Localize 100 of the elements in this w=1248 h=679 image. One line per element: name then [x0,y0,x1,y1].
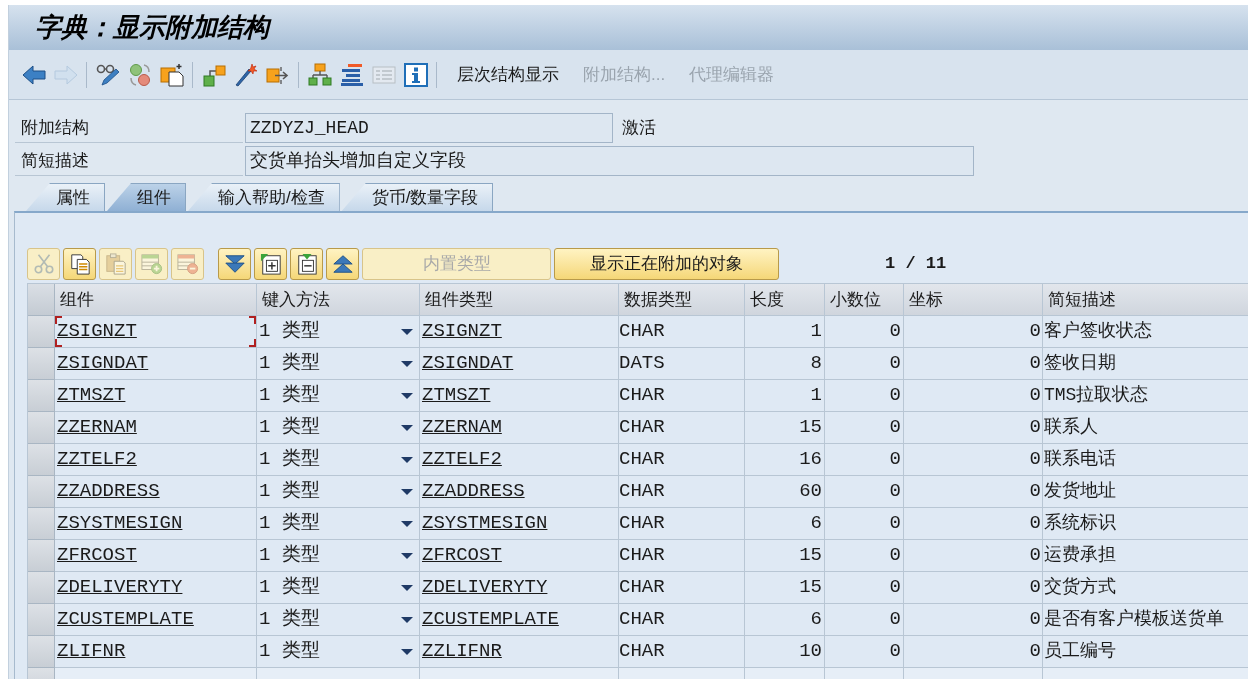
tab[interactable]: 输入帮助/检查 [188,183,340,211]
component-link[interactable]: ZSIGNDAT [55,349,149,378]
component-type-link[interactable]: ZCUSTEMPLATE [420,605,559,634]
entry-method-dropdown[interactable]: 1 类型 [257,316,419,347]
component-link[interactable]: ZSYSTMESIGN [55,509,183,538]
field-label: 简短描述 [15,146,243,176]
table-cell: 0 [904,412,1043,444]
entry-method-dropdown[interactable]: 1 类型 [257,636,419,667]
table-cell: CHAR [619,508,745,540]
table-cell: 交货方式 [1043,572,1248,604]
table-cell: 0 [825,604,904,636]
tab[interactable]: 货币/数量字段 [341,183,494,211]
stacked-bars-icon[interactable] [340,62,364,87]
caret-icon [401,520,413,527]
org-chart-icon[interactable] [308,62,332,87]
column-header[interactable]: 键入方法 [257,284,420,316]
entry-method-dropdown[interactable]: 1 类型 [257,604,419,635]
row-selector[interactable] [28,348,55,380]
info-icon[interactable] [404,62,428,87]
component-link[interactable]: ZZADDRESS [55,477,160,506]
component-link[interactable]: ZCUSTEMPLATE [55,605,194,634]
table-cell: CHAR [619,540,745,572]
column-header[interactable]: 组件类型 [420,284,619,316]
row-selector[interactable] [28,604,55,636]
caret-icon [401,648,413,655]
copy-button[interactable] [63,248,96,280]
table-cell: CHAR [619,604,745,636]
row-selector[interactable] [28,508,55,540]
component-type-link[interactable]: ZZTELF2 [420,445,502,474]
text-field[interactable]: 交货单抬头增加自定义字段 [245,146,974,176]
column-header[interactable]: 小数位 [825,284,904,316]
tab[interactable]: 组件 [107,183,186,211]
expand-button[interactable] [254,248,287,280]
component-link[interactable]: ZZERNAM [55,413,137,442]
table-cell: 0 [904,604,1043,636]
table-cell: DATS [619,348,745,380]
table-cell: CHAR [619,412,745,444]
table-cell: CHAR [619,380,745,412]
component-link[interactable]: ZSIGNZT [55,317,137,346]
component-type-link[interactable]: ZDELIVERYTY [420,573,548,602]
toolbar-text-button[interactable]: 层次结构显示 [452,61,564,88]
chevrons-up-button[interactable] [326,248,359,280]
documents-icon [68,253,91,275]
table-cell: 0 [904,572,1043,604]
entry-method-dropdown[interactable]: 1 类型 [257,476,419,507]
select-all-button[interactable] [28,284,55,316]
component-type-link[interactable]: ZZLIFNR [420,637,502,666]
caret-icon [401,552,413,559]
entry-method-dropdown[interactable]: 1 类型 [257,348,419,379]
tab[interactable]: 属性 [26,183,105,211]
component-type-link[interactable]: ZSIGNDAT [420,349,514,378]
component-link[interactable]: ZZTELF2 [55,445,137,474]
collapse-button[interactable] [290,248,323,280]
table-cell: 6 [745,604,825,636]
magic-wand-icon[interactable] [234,62,258,87]
chevrons-down-button[interactable] [218,248,251,280]
document-copy-icon[interactable] [160,62,184,87]
row-selector[interactable] [28,444,55,476]
component-link[interactable]: ZFRCOST [55,541,137,570]
column-header[interactable]: 数据类型 [619,284,745,316]
component-type-link[interactable]: ZSIGNZT [420,317,502,346]
glasses-pencil-icon[interactable] [96,62,120,87]
text-field[interactable]: ZZDYZJ_HEAD [245,113,613,143]
component-type-link[interactable]: ZFRCOST [420,541,502,570]
entry-method-dropdown[interactable]: 1 类型 [257,380,419,411]
hierarchy-icon[interactable] [202,62,226,87]
back-arrow-icon[interactable] [22,62,46,87]
component-type-link[interactable]: ZTMSZT [420,381,491,410]
table-minus-icon [176,253,199,275]
document-minus-icon [295,253,318,275]
row-selector[interactable] [28,540,55,572]
toolbar-text-button[interactable]: 显示正在附加的对象 [554,248,779,280]
row-selector[interactable] [28,572,55,604]
row-selector[interactable] [28,316,55,348]
column-header[interactable]: 坐标 [904,284,1043,316]
table-cell: 0 [825,412,904,444]
entry-method-dropdown[interactable]: 1 类型 [257,444,419,475]
entry-method-dropdown[interactable]: 1 类型 [257,412,419,443]
column-header[interactable]: 组件 [55,284,257,316]
row-selector[interactable] [28,636,55,668]
entry-method-dropdown[interactable]: 1 类型 [257,572,419,603]
component-link[interactable]: ZTMSZT [55,381,126,410]
component-type-link[interactable]: ZZERNAM [420,413,502,442]
component-link[interactable]: ZDELIVERYTY [55,573,183,602]
table-cell: 0 [904,380,1043,412]
component-link[interactable]: ZLIFNR [55,637,126,666]
row-selector[interactable] [28,476,55,508]
column-header[interactable]: 长度 [745,284,825,316]
table-cell: 0 [904,476,1043,508]
column-header[interactable]: 简短描述 [1043,284,1248,316]
component-type-link[interactable]: ZSYSTMESIGN [420,509,548,538]
table-cell: 0 [825,380,904,412]
row-selector[interactable] [28,412,55,444]
entry-method-dropdown[interactable]: 1 类型 [257,508,419,539]
row-selector[interactable] [28,380,55,412]
table-cell: CHAR [619,316,745,348]
component-type-link[interactable]: ZZADDRESS [420,477,525,506]
circles-arrows-icon[interactable] [128,62,152,87]
field-label: 附加结构 [15,113,243,143]
entry-method-dropdown[interactable]: 1 类型 [257,540,419,571]
